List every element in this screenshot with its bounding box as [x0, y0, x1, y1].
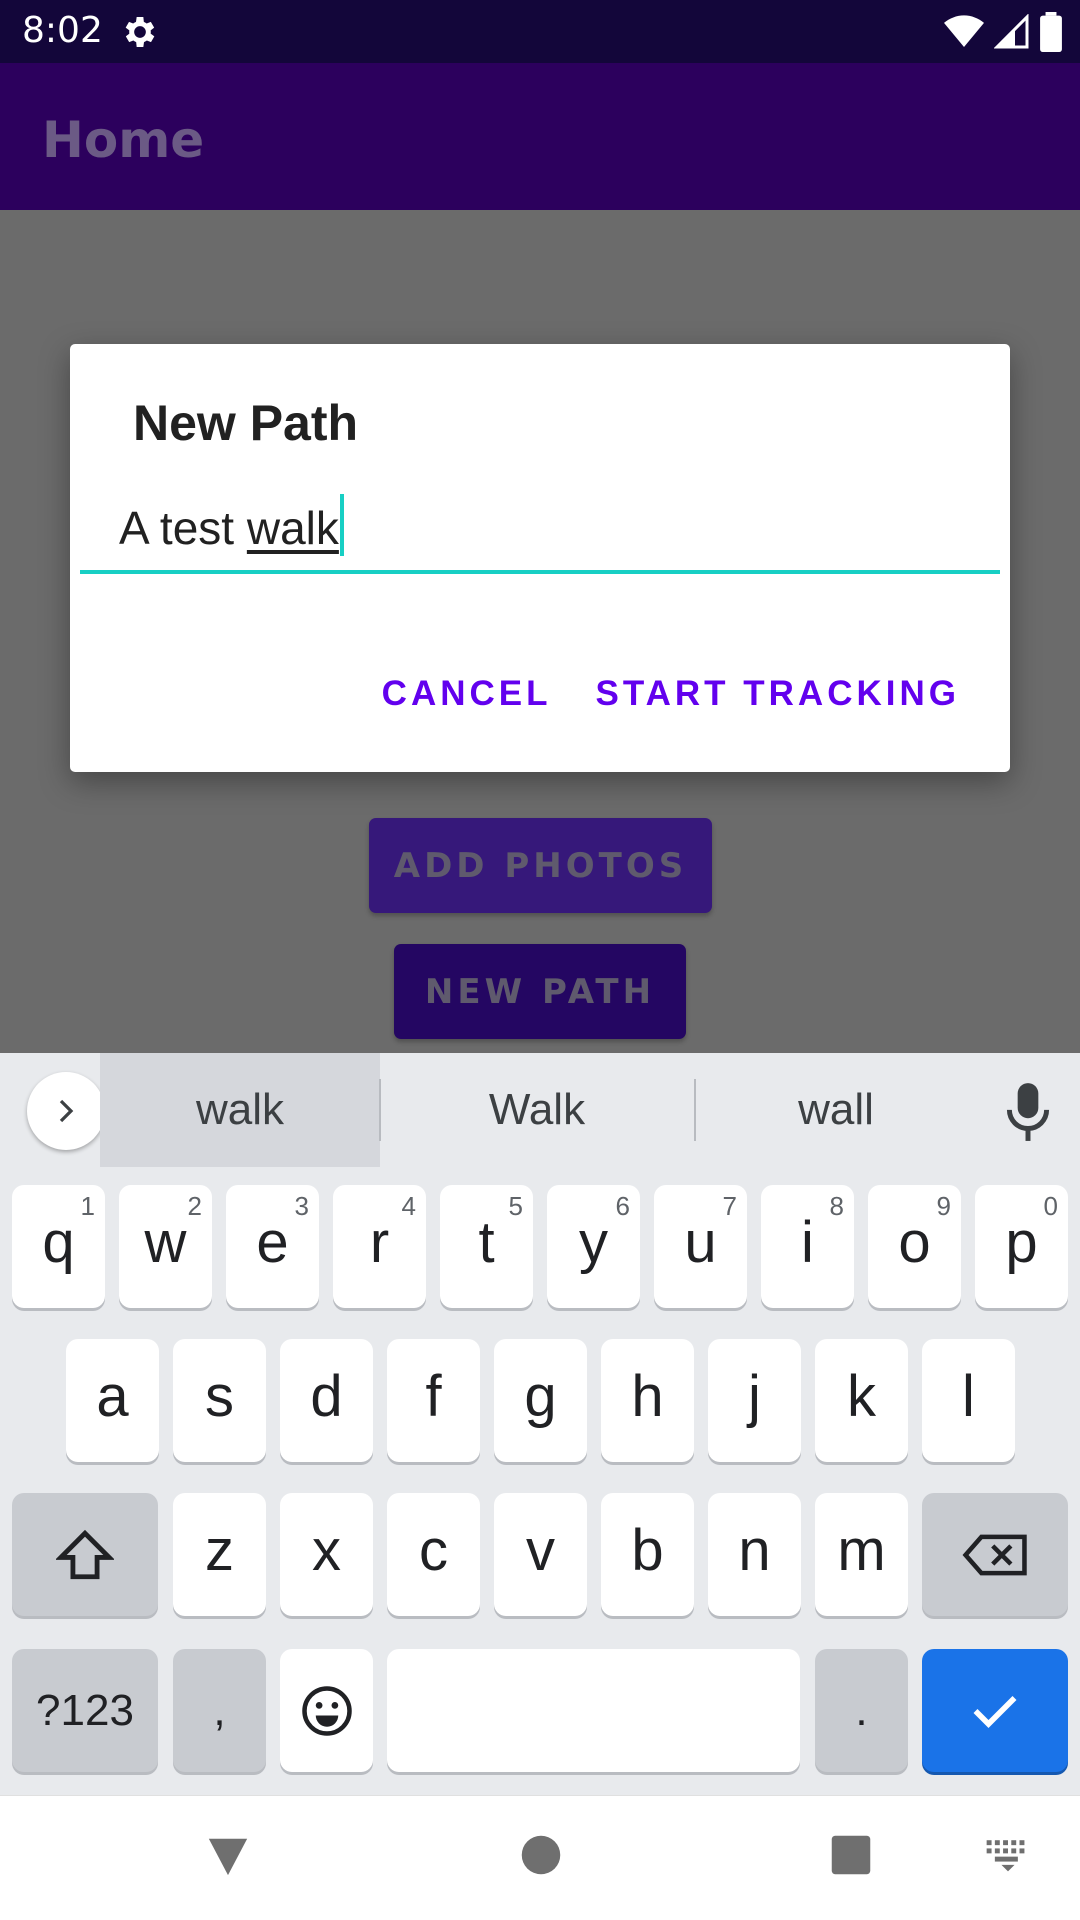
recents-icon[interactable]: [830, 1834, 872, 1876]
keyboard-switch-icon[interactable]: [985, 1838, 1031, 1872]
input-text: A test walk: [119, 494, 344, 556]
key-r[interactable]: r4: [333, 1185, 426, 1308]
key-m[interactable]: m: [815, 1493, 908, 1616]
key-p[interactable]: p0: [975, 1185, 1068, 1308]
start-tracking-button[interactable]: START TRACKING: [596, 674, 961, 714]
back-icon[interactable]: [205, 1834, 251, 1878]
soft-keyboard: walk Walk wall q1 w2 e3 r4 t5 y6 u7 i8 o…: [0, 1053, 1080, 1795]
key-w[interactable]: w2: [119, 1185, 212, 1308]
key-z[interactable]: z: [173, 1493, 266, 1616]
home-icon[interactable]: [520, 1834, 562, 1876]
expand-suggestions-button[interactable]: [27, 1072, 105, 1150]
mic-icon[interactable]: [1000, 1081, 1056, 1143]
shift-icon: [56, 1529, 114, 1579]
app-bar: Home: [0, 63, 1080, 210]
key-g[interactable]: g: [494, 1339, 587, 1462]
suggestion-divider: [379, 1079, 381, 1141]
suggestion-2[interactable]: Walk: [382, 1053, 692, 1167]
key-o[interactable]: o9: [868, 1185, 961, 1308]
key-t[interactable]: t5: [440, 1185, 533, 1308]
emoji-icon: [301, 1685, 352, 1736]
dialog-title: New Path: [133, 395, 359, 451]
wifi-icon: [944, 15, 984, 48]
key-a[interactable]: a: [66, 1339, 159, 1462]
space-key[interactable]: [387, 1649, 800, 1772]
key-v[interactable]: v: [494, 1493, 587, 1616]
key-b[interactable]: b: [601, 1493, 694, 1616]
emoji-key[interactable]: [280, 1649, 373, 1772]
period-key[interactable]: .: [815, 1649, 908, 1772]
input-value-composing: walk: [246, 502, 339, 554]
key-l[interactable]: l: [922, 1339, 1015, 1462]
symbols-key[interactable]: ?123: [12, 1649, 158, 1772]
comma-key[interactable]: ,: [173, 1649, 266, 1772]
key-s[interactable]: s: [173, 1339, 266, 1462]
backspace-key[interactable]: [922, 1493, 1068, 1616]
input-value-plain: A test: [119, 502, 247, 554]
new-path-button[interactable]: NEW PATH: [394, 944, 686, 1039]
key-u[interactable]: u7: [654, 1185, 747, 1308]
system-nav-bar: [0, 1795, 1080, 1920]
key-c[interactable]: c: [387, 1493, 480, 1616]
cancel-button[interactable]: CANCEL: [382, 674, 552, 714]
check-icon: [973, 1695, 1017, 1728]
settings-gear-icon: [125, 17, 155, 47]
new-path-dialog: New Path A test walk CANCEL START TRACKI…: [70, 344, 1010, 772]
add-photos-button[interactable]: ADD PHOTOS: [369, 818, 712, 913]
key-e[interactable]: e3: [226, 1185, 319, 1308]
key-n[interactable]: n: [708, 1493, 801, 1616]
key-j[interactable]: j: [708, 1339, 801, 1462]
key-d[interactable]: d: [280, 1339, 373, 1462]
status-bar: 8:02: [0, 0, 1080, 63]
path-name-input[interactable]: A test walk: [80, 494, 1000, 574]
shift-key[interactable]: [12, 1493, 158, 1616]
key-y[interactable]: y6: [547, 1185, 640, 1308]
chevron-right-icon: [59, 1099, 74, 1123]
key-h[interactable]: h: [601, 1339, 694, 1462]
key-k[interactable]: k: [815, 1339, 908, 1462]
text-cursor: [339, 494, 344, 556]
backspace-icon: [962, 1534, 1027, 1575]
page-title: Home: [42, 111, 205, 169]
cell-signal-icon: [994, 14, 1029, 49]
key-q[interactable]: q1: [12, 1185, 105, 1308]
suggestion-1[interactable]: walk: [100, 1053, 380, 1167]
done-key[interactable]: [922, 1649, 1068, 1772]
key-x[interactable]: x: [280, 1493, 373, 1616]
battery-icon: [1040, 12, 1062, 52]
status-time: 8:02: [22, 10, 103, 51]
suggestion-3[interactable]: wall: [696, 1053, 976, 1167]
suggestion-strip: walk Walk wall: [0, 1053, 1080, 1167]
key-f[interactable]: f: [387, 1339, 480, 1462]
key-i[interactable]: i8: [761, 1185, 854, 1308]
